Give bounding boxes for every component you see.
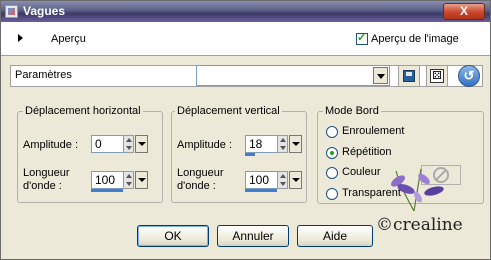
reset-button[interactable]: ↺ [458, 65, 480, 87]
save-preset-button[interactable] [398, 65, 420, 87]
image-preview-checkbox[interactable]: ✓ [356, 32, 368, 45]
h-amplitude-spinner[interactable] [123, 135, 134, 153]
v-amplitude-label: Amplitude : [177, 139, 233, 151]
v-wavelength-label-1: Longueur [177, 167, 224, 179]
radio-transparent[interactable] [326, 188, 338, 200]
radio-wrap[interactable] [326, 126, 338, 138]
v-wavelength-dropdown[interactable] [289, 171, 302, 189]
floppy-disk-icon [403, 70, 415, 82]
dice-icon: ⚄ [430, 69, 444, 83]
h-wavelength-slider[interactable] [91, 189, 123, 192]
h-wavelength-dropdown[interactable] [135, 171, 148, 189]
app-icon [5, 5, 18, 18]
title-bar[interactable]: Vagues X [1, 1, 490, 22]
h-amplitude-dropdown[interactable] [135, 135, 148, 153]
h-wavelength-input[interactable]: 100 [91, 171, 125, 189]
h-wavelength-label-2: d'onde : [23, 180, 62, 192]
radio-wrap-label: Enroulement [342, 125, 405, 137]
v-amplitude-slider[interactable] [245, 153, 255, 156]
params-label: Paramètres [15, 69, 72, 81]
radio-repeat[interactable] [326, 147, 338, 159]
v-amplitude-dropdown[interactable] [289, 135, 302, 153]
preset-combobox[interactable] [196, 65, 390, 86]
v-wavelength-spinner[interactable] [277, 171, 288, 189]
h-amplitude-input[interactable]: 0 [91, 135, 125, 153]
v-wavelength-label-2: d'onde : [177, 180, 216, 192]
h-amplitude-label: Amplitude : [23, 139, 79, 151]
h-wavelength-spinner[interactable] [123, 171, 134, 189]
h-wavelength-label-1: Longueur [23, 167, 70, 179]
window-title: Vagues [23, 4, 66, 18]
horizontal-group-title: Déplacement horizontal [23, 105, 143, 117]
randomize-button[interactable]: ⚄ [426, 65, 448, 87]
preview-label: Aperçu [51, 33, 86, 45]
radio-color[interactable] [326, 167, 338, 179]
radio-repeat-label: Répétition [342, 146, 392, 158]
ok-button[interactable]: OK [137, 225, 209, 247]
v-wavelength-slider[interactable] [245, 189, 277, 192]
vertical-group-title: Déplacement vertical [175, 105, 282, 117]
watermark-signature: ©crealine [376, 215, 463, 235]
preview-expand-icon[interactable] [18, 34, 23, 42]
help-button[interactable]: Aide [297, 225, 373, 247]
close-button[interactable]: X [443, 3, 485, 20]
chevron-down-icon[interactable] [373, 67, 388, 84]
image-preview-label: Aperçu de l'image [371, 33, 459, 45]
v-amplitude-spinner[interactable] [277, 135, 288, 153]
reset-arrow-icon: ↺ [463, 68, 475, 83]
checkmark-icon: ✓ [357, 32, 367, 44]
cancel-button[interactable]: Annuler [217, 225, 289, 247]
v-wavelength-input[interactable]: 100 [245, 171, 279, 189]
v-amplitude-input[interactable]: 18 [245, 135, 279, 153]
edge-mode-group-title: Mode Bord [323, 105, 381, 117]
dialog-window: Vagues X Aperçu ✓ Aperçu de l'image Para… [0, 0, 491, 260]
